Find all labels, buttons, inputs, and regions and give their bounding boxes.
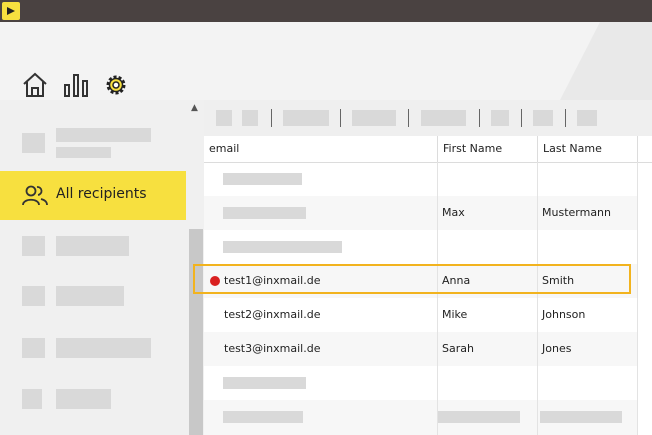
toolbar-divider (521, 109, 522, 127)
header-background (560, 22, 652, 100)
sidebar-item-placeholder[interactable] (56, 236, 129, 256)
scrollbar-thumb[interactable] (189, 229, 203, 435)
table-row[interactable] (204, 400, 638, 435)
title-bar (0, 0, 652, 22)
first-name-placeholder (438, 411, 520, 423)
sidebar-item-placeholder-icon (22, 389, 42, 409)
sidebar-item-placeholder-icon (22, 236, 45, 256)
status-dot-icon (210, 276, 220, 286)
email-placeholder (223, 411, 303, 423)
last-name-cell: Johnson (542, 308, 586, 321)
column-divider (637, 162, 638, 435)
email-placeholder (223, 377, 306, 389)
last-name-cell: Jones (542, 342, 572, 355)
chart-icon[interactable] (62, 71, 90, 99)
sidebar-item-placeholder (56, 147, 111, 158)
app-logo-icon (2, 2, 20, 20)
selected-row-highlight (193, 264, 631, 294)
first-name-cell: Max (442, 206, 465, 219)
toolbar-button-placeholder[interactable] (216, 110, 232, 126)
sidebar-item-placeholder[interactable] (56, 286, 124, 306)
table-row[interactable] (204, 366, 638, 400)
table-row[interactable]: Max Mustermann (204, 196, 638, 230)
sidebar-item-label: All recipients (56, 186, 147, 202)
table-header: email First Name Last Name (204, 136, 652, 163)
column-header-last-name[interactable]: Last Name (538, 136, 638, 162)
email-cell: test3@inxmail.de (224, 342, 321, 355)
sidebar-item-placeholder-icon (22, 133, 45, 153)
toolbar-divider (408, 109, 409, 127)
sidebar-item-all-recipients[interactable]: All recipients (0, 171, 186, 220)
toolbar-button-placeholder[interactable] (491, 110, 509, 126)
email-cell: test2@inxmail.de (224, 308, 321, 321)
toolbar-divider (271, 109, 272, 127)
table-row[interactable]: test3@inxmail.de Sarah Jones (204, 332, 638, 366)
column-header-email[interactable]: email (204, 136, 438, 162)
column-divider (537, 162, 538, 435)
toolbar (204, 100, 652, 136)
email-placeholder (223, 241, 342, 253)
sidebar-item-placeholder[interactable] (56, 389, 111, 409)
toolbar-button-placeholder[interactable] (283, 110, 329, 126)
email-placeholder (223, 207, 306, 219)
toolbar-button-placeholder[interactable] (352, 110, 396, 126)
toolbar-divider (340, 109, 341, 127)
sidebar-item-placeholder[interactable] (56, 128, 151, 142)
first-name-cell: Sarah (442, 342, 474, 355)
scroll-up-icon[interactable]: ▲ (191, 103, 198, 113)
toolbar-divider (479, 109, 480, 127)
toolbar-button-placeholder[interactable] (421, 110, 466, 126)
toolbar-divider (565, 109, 566, 127)
table-row[interactable] (204, 230, 638, 264)
users-icon (22, 185, 48, 206)
first-name-cell: Mike (442, 308, 468, 321)
column-header-first-name[interactable]: First Name (438, 136, 538, 162)
last-name-cell: Mustermann (542, 206, 612, 219)
sidebar-item-placeholder[interactable] (56, 338, 151, 358)
table-row[interactable]: test2@inxmail.de Mike Johnson (204, 298, 638, 332)
sidebar: All recipients (0, 100, 188, 435)
table-row[interactable] (204, 162, 638, 196)
last-name-placeholder (540, 411, 622, 423)
toolbar-button-placeholder[interactable] (533, 110, 553, 126)
sidebar-item-placeholder-icon (22, 286, 45, 306)
home-icon[interactable] (21, 71, 49, 99)
sidebar-item-placeholder-icon (22, 338, 45, 358)
toolbar-button-placeholder[interactable] (242, 110, 258, 126)
toolbar-button-placeholder[interactable] (577, 110, 597, 126)
settings-icon[interactable] (102, 71, 130, 99)
app-header (0, 22, 652, 100)
column-divider (437, 162, 438, 435)
email-placeholder (223, 173, 302, 185)
